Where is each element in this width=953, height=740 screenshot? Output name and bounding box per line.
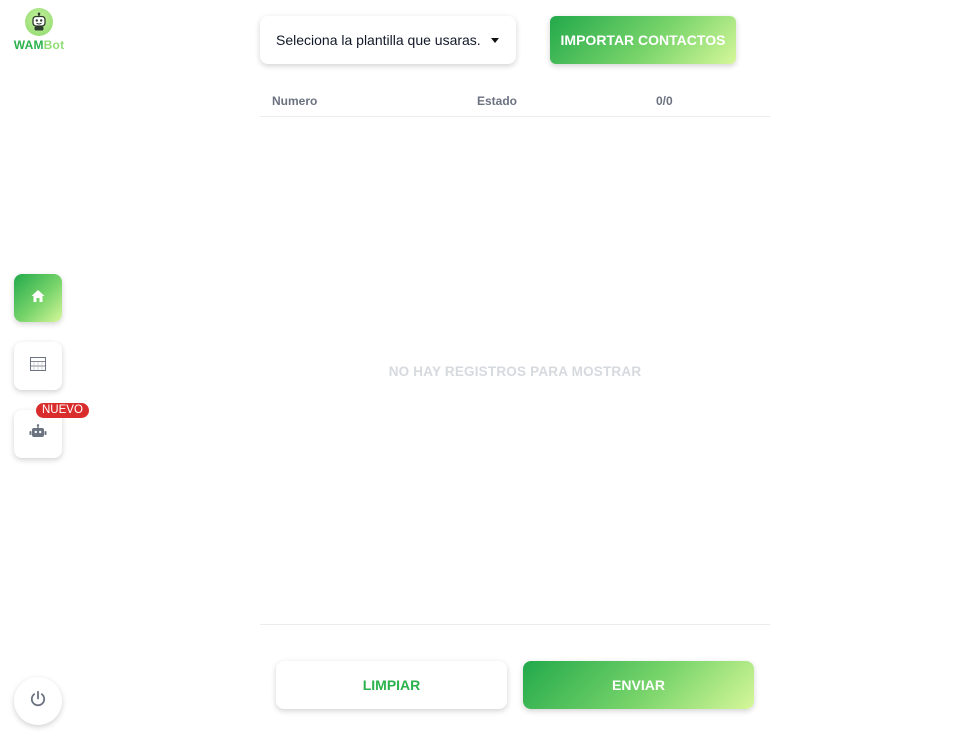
clear-button[interactable]: LIMPIAR	[276, 661, 507, 709]
logo-text-accent: Bot	[43, 38, 65, 52]
contacts-table: Numero Estado 0/0 NO HAY REGISTROS PARA …	[260, 84, 770, 625]
caret-down-icon	[491, 38, 499, 43]
column-header-estado: Estado	[477, 94, 518, 108]
import-contacts-button[interactable]: IMPORTAR CONTACTOS	[550, 16, 736, 64]
table-header: Numero Estado 0/0	[260, 84, 770, 117]
logo-text-main: WAM	[13, 38, 44, 52]
column-header-numero: Numero	[272, 94, 318, 108]
logo-text: WAMBot	[12, 38, 66, 52]
template-select[interactable]: Seleciona la plantilla que usaras.	[260, 16, 516, 64]
column-header-count: 0/0	[656, 94, 673, 108]
empty-table-message: NO HAY REGISTROS PARA MOSTRAR	[388, 364, 642, 379]
template-select-value: Seleciona la plantilla que usaras.	[276, 32, 481, 48]
new-badge: NUEVO	[36, 403, 89, 418]
grid-icon	[30, 356, 46, 376]
robot-logo-icon	[25, 8, 53, 36]
sidebar-item-templates[interactable]	[14, 342, 62, 390]
send-button[interactable]: ENVIAR	[523, 661, 754, 709]
home-icon	[30, 288, 46, 309]
sidebar-item-home[interactable]	[14, 274, 62, 322]
robot-icon	[29, 423, 47, 445]
power-icon	[29, 690, 47, 713]
logout-button[interactable]	[14, 677, 62, 725]
app-logo: WAMBot	[12, 8, 66, 52]
